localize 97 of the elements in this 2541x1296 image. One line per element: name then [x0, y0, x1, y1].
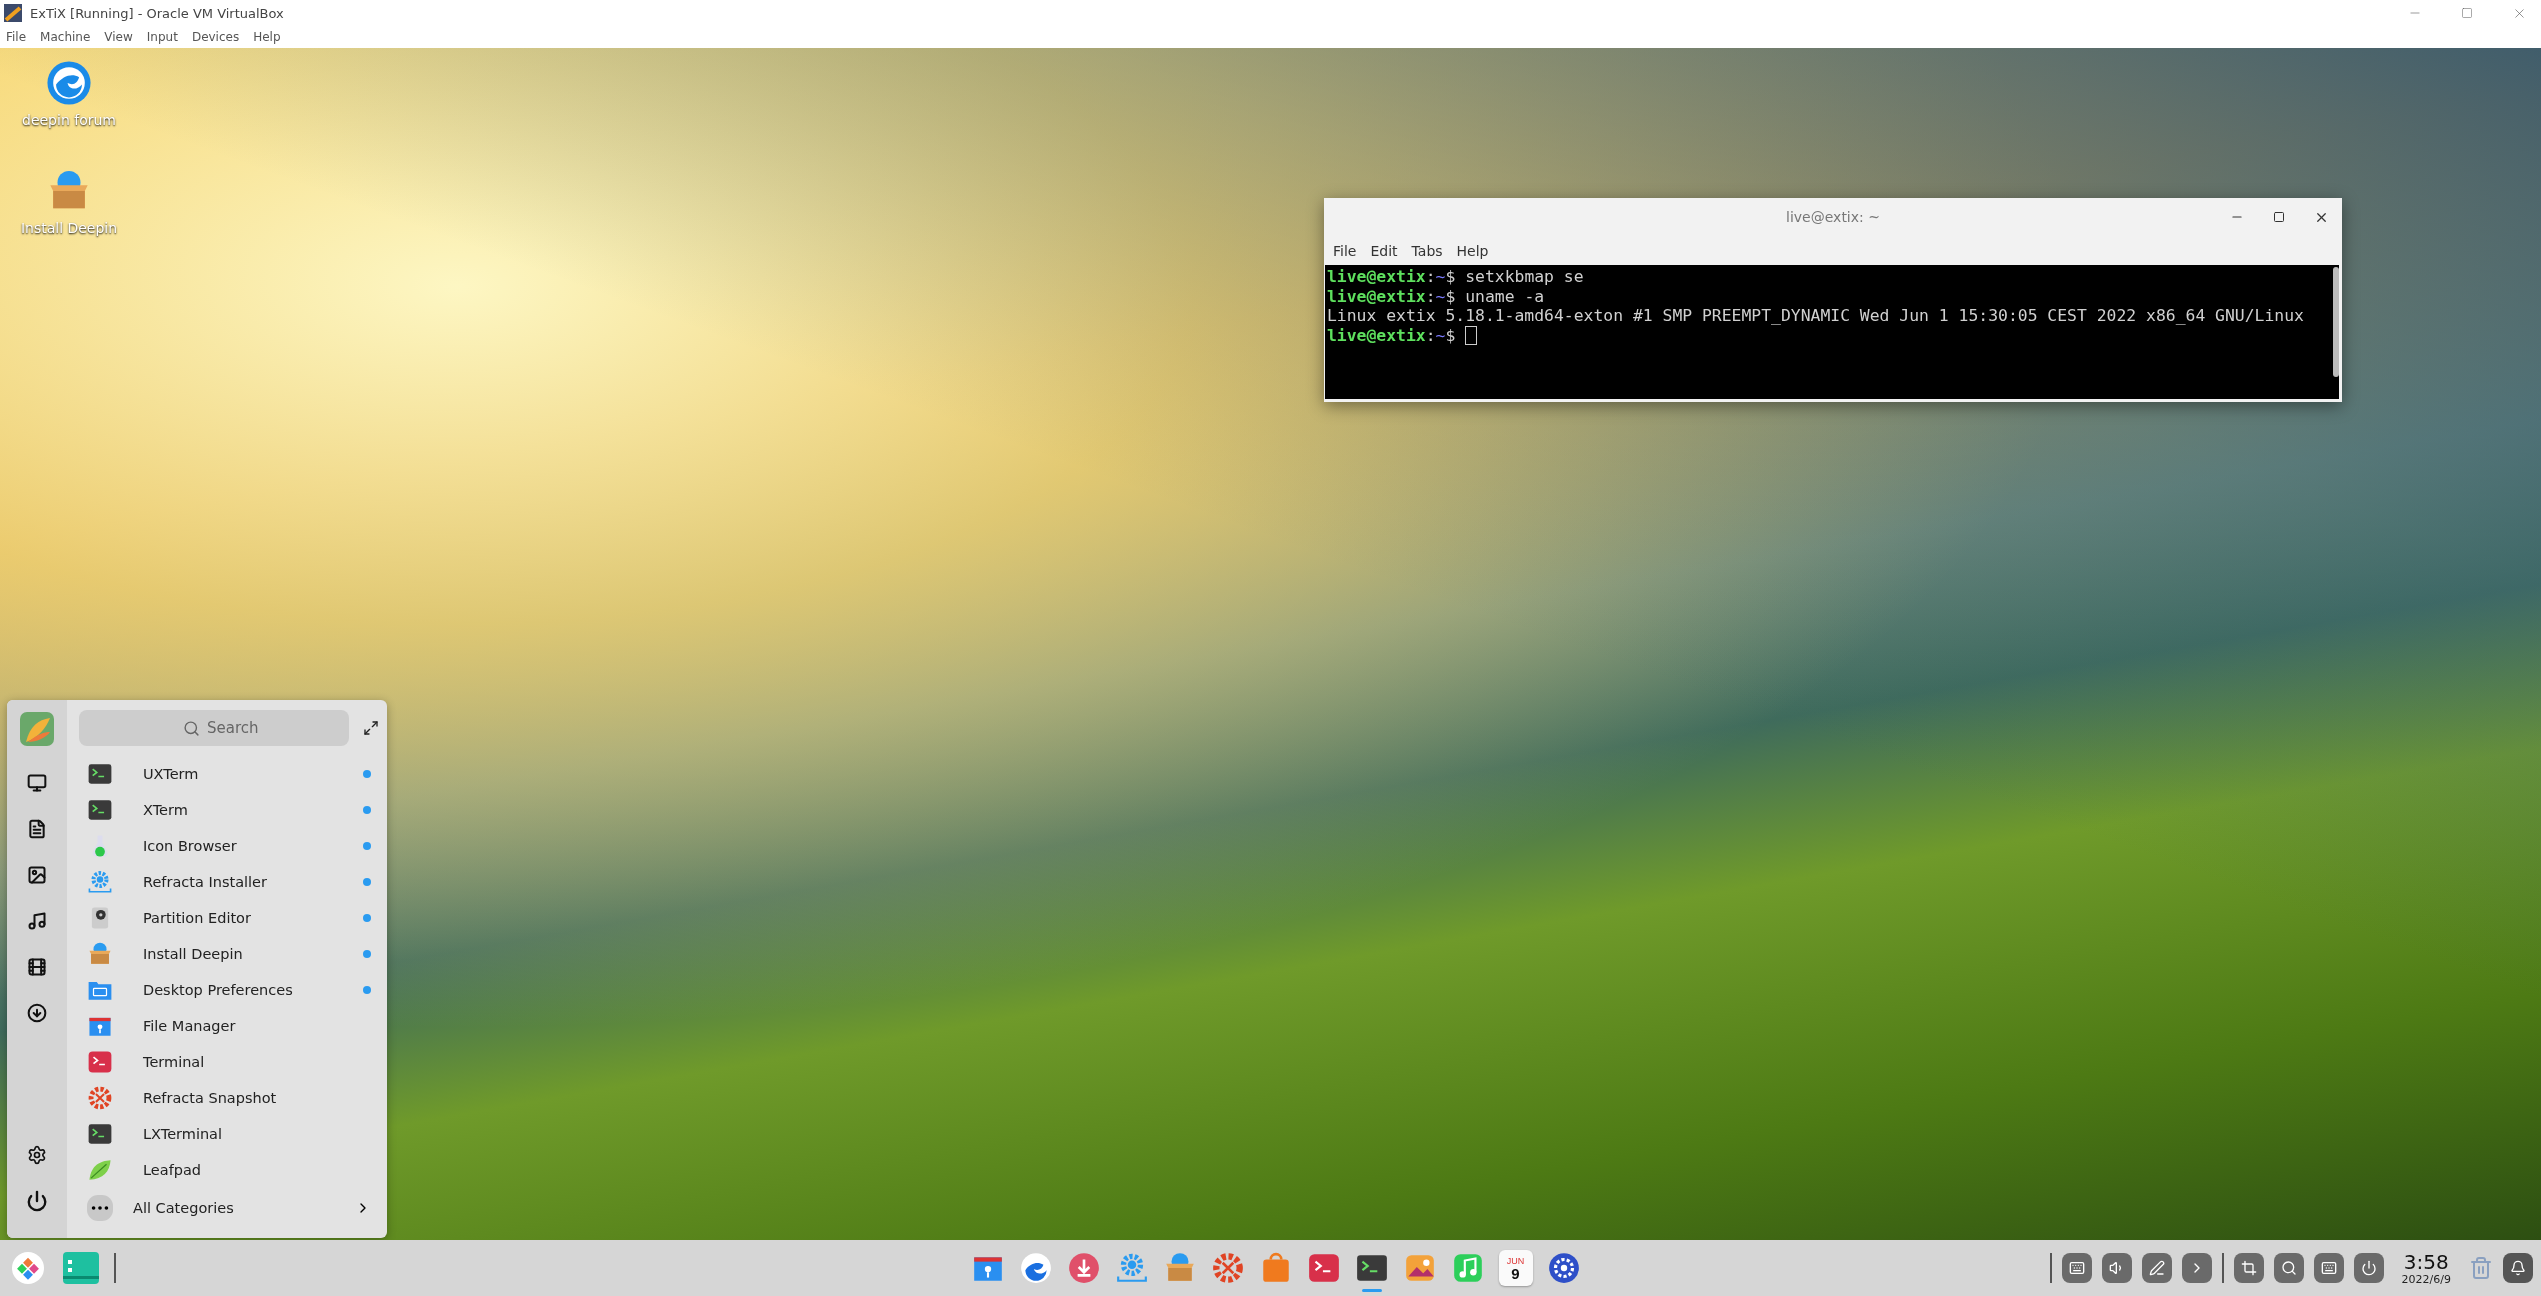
leaf-icon	[87, 1157, 113, 1183]
expand-icon	[363, 720, 379, 736]
keyboard-icon	[2320, 1260, 2337, 1276]
app-list-item[interactable]: Leafpad	[79, 1152, 379, 1188]
app-list-item[interactable]: LXTerminal	[79, 1116, 379, 1152]
app-list-item[interactable]: UXTerm	[79, 756, 379, 792]
document-icon	[27, 819, 47, 839]
prompt-user: live@extix	[1327, 325, 1426, 345]
monitor-icon	[27, 773, 47, 793]
package-icon	[87, 941, 113, 967]
prompt-user: live@extix	[1327, 267, 1426, 287]
swirl-icon	[1018, 1251, 1053, 1285]
window-title: live@extix: ~	[1785, 209, 1881, 225]
trash-icon	[2469, 1256, 2493, 1280]
notification-button[interactable]	[2503, 1253, 2533, 1283]
terminal-icon	[87, 797, 113, 823]
crop-icon	[2240, 1260, 2257, 1276]
menu-item[interactable]: Tabs	[1406, 242, 1448, 259]
clock-time[interactable]: 3:58	[2403, 1250, 2449, 1273]
launcher-icon	[10, 1251, 45, 1285]
gear-icon	[1210, 1251, 1245, 1285]
chevron-right-button[interactable]	[2181, 1253, 2212, 1283]
all-categories-item[interactable]: All Categories	[79, 1190, 379, 1226]
prompt-user: live@extix	[1327, 286, 1426, 306]
search-button[interactable]	[2273, 1253, 2304, 1283]
menu-item[interactable]: File	[1328, 242, 1362, 259]
expand-button[interactable]	[363, 720, 379, 736]
gear-icon	[1114, 1251, 1149, 1285]
menu-item[interactable]: Devices	[185, 30, 248, 44]
dock-item[interactable]: JUN 9	[1496, 1244, 1535, 1292]
pen-icon	[2148, 1260, 2165, 1276]
app-list-item[interactable]: XTerm	[79, 792, 379, 828]
terminal-icon	[87, 1121, 113, 1147]
app-list-item[interactable]: Desktop Preferences	[79, 972, 379, 1008]
crop-button[interactable]	[2233, 1253, 2264, 1283]
app-list-item[interactable]: Refracta Installer	[79, 864, 379, 900]
more-icon	[87, 1195, 113, 1221]
prompt-separator: :	[1425, 325, 1436, 345]
maximize-icon	[2461, 7, 2473, 19]
prompt-separator: :	[1425, 267, 1436, 287]
menu-item[interactable]: Machine	[34, 30, 99, 44]
maximize-icon	[2273, 211, 2285, 223]
terminal-icon	[87, 761, 113, 787]
bell-icon	[2510, 1260, 2526, 1276]
window-title: ExTiX [Running] - Oracle VM VirtualBox	[30, 5, 285, 21]
music-note-icon	[27, 911, 47, 931]
gear-icon	[87, 869, 113, 895]
prompt-separator: :	[1425, 286, 1436, 306]
settings-icon	[1546, 1251, 1581, 1285]
flower-logo-icon	[20, 712, 54, 746]
film-icon	[27, 957, 47, 977]
scrollbar-thumb[interactable]	[2333, 267, 2339, 377]
command-text: setxkbmap se	[1464, 267, 1584, 287]
download-icon	[27, 1003, 47, 1023]
power-icon	[26, 1190, 48, 1212]
terminal-icon	[87, 1049, 113, 1075]
prompt-path: ~	[1435, 325, 1446, 345]
keyboard-icon	[2068, 1260, 2085, 1276]
calendar-month: JUN	[1506, 1255, 1525, 1266]
prompt-sign: $	[1445, 286, 1456, 306]
menu-item[interactable]: Help	[247, 30, 289, 44]
menu-item[interactable]: Edit	[1365, 242, 1403, 259]
app-list-item[interactable]: Icon Browser	[79, 828, 379, 864]
swirl-icon	[46, 60, 92, 106]
prompt-sign: $	[1445, 325, 1456, 345]
search-icon	[183, 720, 200, 737]
terminal-icon	[1306, 1251, 1341, 1285]
app-list-item[interactable]: File Manager	[79, 1008, 379, 1044]
menu-item[interactable]: Help	[1451, 242, 1494, 259]
pen-button[interactable]	[2141, 1253, 2172, 1283]
prompt-path: ~	[1435, 286, 1446, 306]
menu-item[interactable]: View	[98, 30, 141, 44]
app-list-item[interactable]: Terminal	[79, 1044, 379, 1080]
app-logo-icon	[4, 4, 22, 22]
download-icon	[1066, 1251, 1101, 1285]
menu-item[interactable]: Input	[140, 30, 186, 44]
search-field[interactable]: Search	[79, 710, 349, 746]
calendar-day: 9	[1511, 1265, 1520, 1281]
command-text: uname -a	[1464, 286, 1545, 306]
prompt-path: ~	[1435, 267, 1446, 287]
search-icon	[2280, 1260, 2297, 1276]
image-icon	[27, 865, 47, 885]
app-list-item[interactable]: Partition Editor	[79, 900, 379, 936]
app-list-item[interactable]: Refracta Snapshot	[79, 1080, 379, 1116]
clock-date[interactable]: 2022/6/9	[2401, 1272, 2451, 1286]
app-list-item[interactable]: Install Deepin	[79, 936, 379, 972]
terminal-screen[interactable]: live@extix:~$ setxkbmap se live@extix:~$ uname -a Linux extix 5.18.1-amd64-exton #1 SMP PREEMPT_DYNAMIC Wed Jun 1 15:30:05 CEST 2022 x86_64 GNU/Linux live@extix:~$	[1325, 265, 2339, 399]
prompt-sign: $	[1445, 267, 1456, 287]
menu-item[interactable]: File	[0, 30, 35, 44]
terminal-line: Linux extix 5.18.1-amd64-exton #1 SMP PREEMPT_DYNAMIC Wed Jun 1 15:30:05 CEST 2022 x86_64 GNU/Linux	[1327, 306, 2305, 326]
keyboard-button[interactable]	[2061, 1253, 2092, 1283]
keyboard-button[interactable]	[2313, 1253, 2344, 1283]
settings-icon	[27, 1145, 47, 1165]
gear-icon	[87, 1085, 113, 1111]
power-icon	[2360, 1260, 2377, 1276]
window-icon	[62, 1252, 99, 1284]
volume-button[interactable]	[2101, 1253, 2132, 1283]
